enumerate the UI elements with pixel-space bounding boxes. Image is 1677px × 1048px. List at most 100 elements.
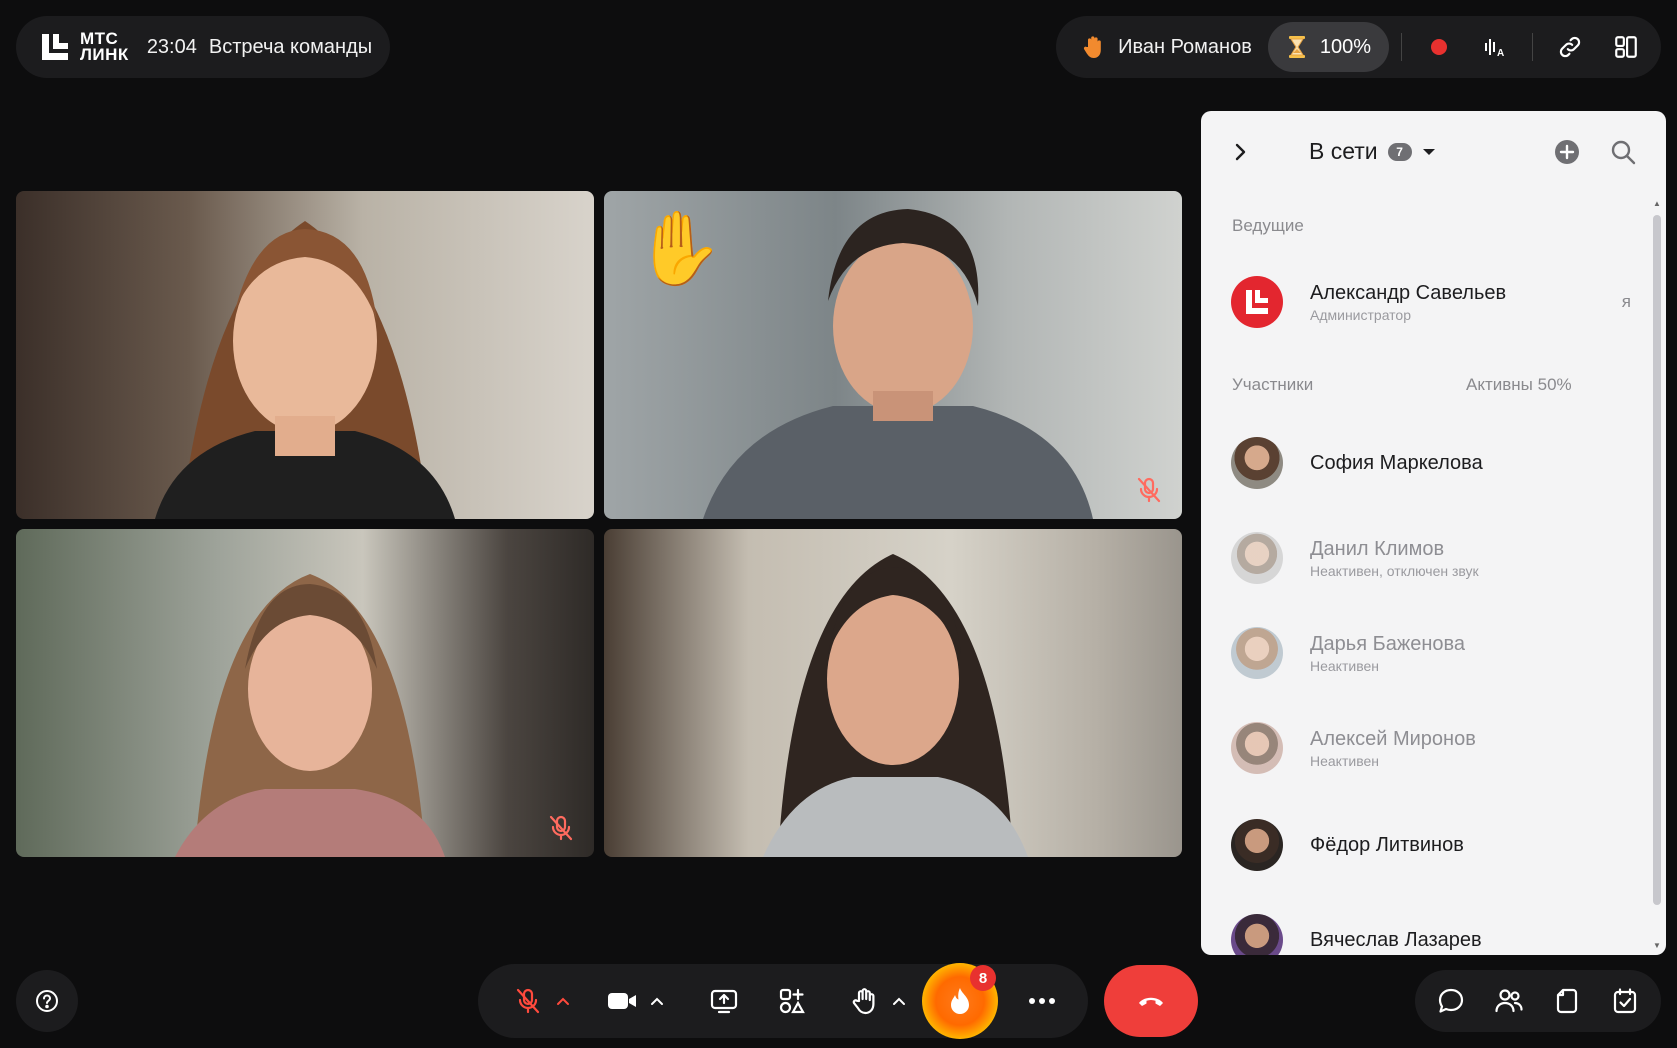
me-marker: я <box>1621 292 1631 311</box>
divider <box>1401 33 1402 61</box>
add-participant-icon[interactable] <box>1553 138 1581 166</box>
timer-value: 100% <box>1319 35 1371 58</box>
participant-info: София Маркелова <box>1310 452 1483 475</box>
raise-hand-icon <box>852 988 875 1015</box>
participant-info: Алексей Миронов Неактивен <box>1310 728 1476 769</box>
participant-row[interactable]: Алексей Миронов Неактивен <box>1231 720 1631 776</box>
participant-row[interactable]: Данил Климов Неактивен, отключен звук <box>1231 530 1631 586</box>
chevron-right-icon[interactable] <box>1229 141 1251 163</box>
scroll-down-arrow-icon[interactable]: ▼ <box>1653 941 1661 950</box>
transcript-icon: A <box>1485 39 1504 59</box>
reactions-button[interactable]: 8 <box>922 963 998 1039</box>
participant-row[interactable]: София Маркелова <box>1231 435 1631 491</box>
camera-button[interactable] <box>600 973 644 1029</box>
participant-name: София Маркелова <box>1310 451 1483 474</box>
record-icon <box>1431 39 1447 55</box>
video-tile-3[interactable] <box>16 529 594 857</box>
raised-hand-user-name: Иван Романов <box>1118 35 1252 58</box>
reactions-count-badge: 8 <box>970 965 996 991</box>
avatar <box>1231 627 1283 679</box>
microphone-options-button[interactable] <box>550 973 576 1029</box>
video-tile-4[interactable] <box>604 529 1182 857</box>
participant-name: Алексей Миронов <box>1310 727 1476 750</box>
help-button[interactable] <box>16 970 78 1032</box>
panels-toolbar <box>1415 970 1661 1032</box>
raised-hand-emoji: ✋ <box>634 209 724 289</box>
meeting-time: 23:04 <box>146 35 197 58</box>
participant-row[interactable]: Фёдор Литвинов <box>1231 817 1631 873</box>
mic-off-icon <box>516 988 540 1014</box>
hang-up-button[interactable] <box>1104 965 1198 1037</box>
participant-info: Вячеслав Лазарев <box>1310 929 1482 952</box>
share-screen-button[interactable] <box>702 973 746 1029</box>
search-icon[interactable] <box>1609 138 1637 166</box>
participants-icon <box>1495 989 1523 1013</box>
scroll-up-arrow-icon[interactable]: ▲ <box>1653 199 1661 208</box>
link-icon <box>1559 36 1581 58</box>
participants-section-label: Участники <box>1232 375 1314 394</box>
participants-panel: В сети 7 Ведущие Александр Савельев Адми… <box>1201 111 1666 955</box>
mic-muted-icon <box>549 815 573 841</box>
more-options-button[interactable] <box>1020 973 1064 1029</box>
host-row[interactable]: Александр Савельев Администратор я <box>1231 274 1631 330</box>
avatar <box>1231 437 1283 489</box>
participant-info: Дарья Баженова Неактивен <box>1310 633 1465 674</box>
mts-link-logo: МТС ЛИНК <box>40 30 129 63</box>
participant-name: Дарья Баженова <box>1310 632 1466 655</box>
transcript-button[interactable]: A <box>1470 22 1520 72</box>
avatar <box>1231 819 1283 871</box>
participants-button[interactable] <box>1489 981 1529 1021</box>
panel-title: В сети <box>1309 138 1378 164</box>
reactions-fire-icon <box>951 988 969 1014</box>
meeting-info-bar: МТС ЛИНК 23:04 Встреча команды <box>16 16 391 78</box>
chat-button[interactable] <box>1431 981 1471 1021</box>
microphone-button[interactable] <box>506 973 550 1029</box>
participant-info: Фёдор Литвинов <box>1310 834 1464 857</box>
video-tile-1[interactable] <box>16 191 594 519</box>
camera-options-button[interactable] <box>644 973 670 1029</box>
participant-status: Неактивен, отключен звук <box>1310 562 1479 579</box>
caret-down-icon <box>1422 148 1435 155</box>
record-button[interactable] <box>1414 22 1464 72</box>
raised-hand-indicator[interactable]: Иван Романов <box>1068 22 1262 72</box>
tasks-icon <box>1613 988 1637 1014</box>
divider <box>1532 33 1533 61</box>
svg-text:A: A <box>1497 48 1504 59</box>
participant-name: Фёдор Литвинов <box>1310 833 1464 856</box>
panel-header: В сети 7 <box>1201 111 1666 191</box>
copy-link-button[interactable] <box>1545 22 1595 72</box>
participant-status: Неактивен <box>1310 752 1379 769</box>
participant-video <box>155 221 455 519</box>
panel-filter-dropdown[interactable]: В сети 7 <box>1309 138 1436 165</box>
host-role: Администратор <box>1310 306 1412 323</box>
mts-link-avatar-icon <box>1246 290 1268 314</box>
participant-row[interactable]: Дарья Баженова Неактивен <box>1231 625 1631 681</box>
participant-info: Данил Климов Неактивен, отключен звук <box>1310 538 1479 579</box>
avatar <box>1231 276 1283 328</box>
meeting-timer[interactable]: 100% <box>1267 22 1389 72</box>
video-tile-2[interactable]: ✋ <box>604 191 1182 519</box>
chevron-up-icon <box>893 997 905 1005</box>
hang-up-icon <box>1139 997 1163 1006</box>
files-button[interactable] <box>1547 981 1587 1021</box>
panel-scrollbar-thumb[interactable] <box>1653 215 1661 905</box>
raise-hand-button[interactable] <box>842 973 886 1029</box>
participant-video <box>175 574 445 857</box>
raise-hand-options-button[interactable] <box>886 973 912 1029</box>
layout-icon <box>1615 36 1637 58</box>
share-screen-icon <box>710 989 738 1014</box>
call-controls-bar: 8 <box>478 963 1088 1039</box>
apps-button[interactable] <box>770 973 814 1029</box>
participant-video <box>763 554 1028 857</box>
more-icon <box>1029 998 1055 1004</box>
tasks-button[interactable] <box>1605 981 1645 1021</box>
participant-name: Вячеслав Лазарев <box>1310 928 1482 951</box>
top-controls-bar: Иван Романов 100% A <box>1056 16 1661 78</box>
participant-row[interactable]: Вячеслав Лазарев <box>1231 912 1631 955</box>
avatar <box>1231 722 1283 774</box>
hosts-section-label: Ведущие <box>1232 216 1304 235</box>
camera-icon <box>608 993 636 1009</box>
layout-button[interactable] <box>1601 22 1651 72</box>
online-count-badge: 7 <box>1387 142 1412 161</box>
meeting-title: Встреча команды <box>208 35 373 58</box>
